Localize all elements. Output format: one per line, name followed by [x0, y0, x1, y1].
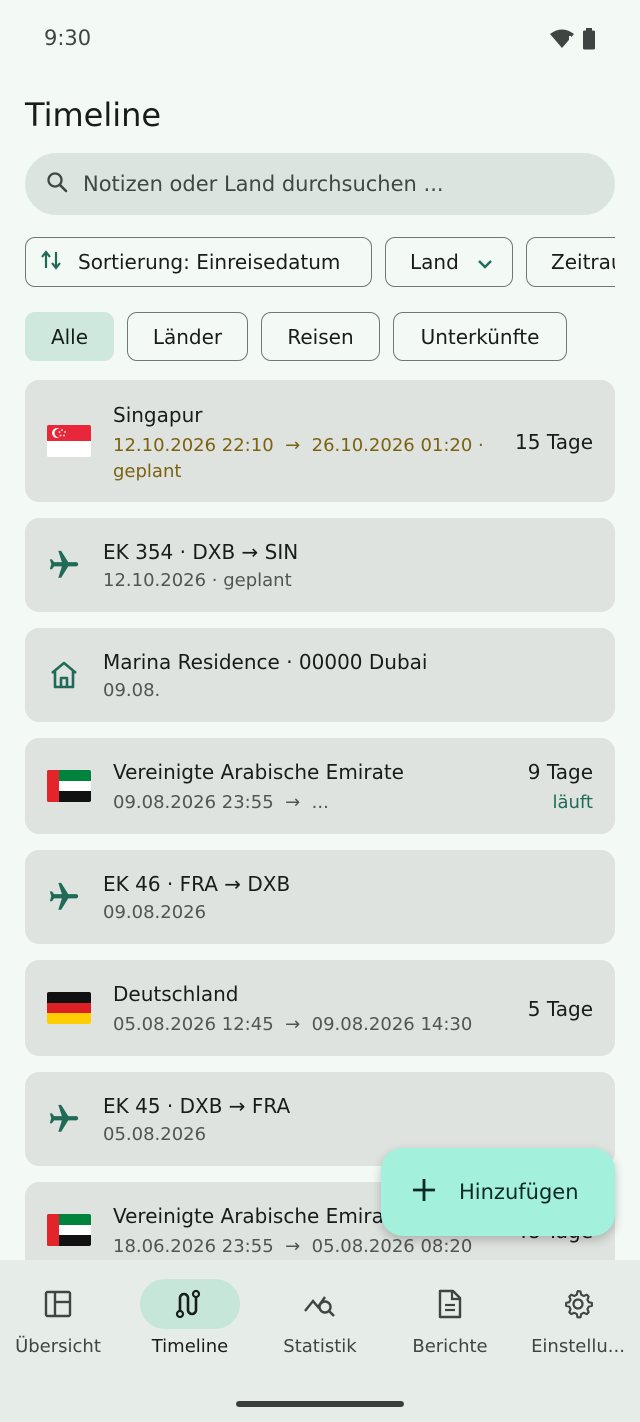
screen: 9:30 Timeline Notizen oder Land durchsuc…: [0, 0, 640, 1422]
timeline-item-country[interactable]: Vereinigte Arabische Emirate 09.08.2026 …: [25, 738, 615, 834]
chip-countries-label: Länder: [152, 324, 223, 349]
item-title: Singapur: [113, 403, 203, 427]
search-input[interactable]: Notizen oder Land durchsuchen ...: [83, 172, 444, 196]
item-dates: 05.08.2026 12:45 → 09.08.2026 14:30: [113, 1014, 472, 1035]
timeline-item-country[interactable]: Singapur 12.10.2026 22:10 → 26.10.2026 0…: [25, 380, 615, 502]
item-title: EK 45 · DXB → FRA: [103, 1094, 291, 1118]
nav-statistics[interactable]: Statistik: [255, 1260, 385, 1370]
item-end: 26.10.2026 01:20 ·: [311, 435, 484, 456]
swap-vert-icon: [40, 248, 78, 277]
arrow-icon: →: [285, 435, 301, 456]
sort-button[interactable]: Sortierung: Einreisedatum: [25, 237, 372, 287]
item-subtitle: 05.08.2026: [103, 1124, 207, 1145]
item-duration: 9 Tage: [527, 760, 593, 784]
document-icon: [400, 1279, 500, 1329]
status-icons: [550, 28, 596, 54]
timeline-item-flight[interactable]: EK 46 · FRA → DXB 09.08.2026: [25, 850, 615, 944]
sort-label: Sortierung: Einreisedatum: [78, 250, 341, 274]
nav-timeline-label: Timeline: [151, 1336, 229, 1357]
chip-trips[interactable]: Reisen: [261, 312, 380, 361]
country-filter-dropdown[interactable]: Land: [385, 237, 513, 287]
arrow-icon: →: [285, 792, 301, 813]
timeline-item-flight[interactable]: EK 354 · DXB → SIN 12.10.2026 · geplant: [25, 518, 615, 612]
item-start: 18.06.2026 23:55: [113, 1236, 274, 1257]
chip-accommodations-label: Unterkünfte: [420, 324, 540, 349]
item-title: EK 354 · DXB → SIN: [103, 540, 299, 564]
status-time: 9:30: [44, 26, 92, 50]
nav-overview-label: Übersicht: [15, 1336, 101, 1357]
item-duration: 15 Tage: [515, 430, 593, 454]
nav-settings[interactable]: Einstellu...: [513, 1260, 640, 1370]
chevron-down-icon: [459, 250, 493, 274]
arrow-icon: →: [285, 1236, 301, 1257]
flag-uae-icon: [47, 770, 91, 802]
item-subtitle: 09.08.: [103, 680, 161, 701]
airplane-icon: [47, 548, 81, 586]
nav-reports-label: Berichte: [412, 1336, 488, 1357]
add-button[interactable]: Hinzufügen: [381, 1148, 615, 1236]
page-title: Timeline: [25, 96, 162, 134]
query-stats-icon: [270, 1279, 370, 1329]
item-duration: 5 Tage: [527, 997, 593, 1021]
chip-all[interactable]: Alle: [25, 312, 114, 361]
item-end: ...: [311, 792, 329, 813]
flag-germany-icon: [47, 992, 91, 1024]
dashboard-icon: [8, 1279, 108, 1329]
plus-icon: [411, 1177, 437, 1207]
item-end: 09.08.2026 14:30: [311, 1014, 473, 1035]
period-filter-button[interactable]: Zeitraum: [526, 237, 615, 287]
house-icon: [47, 659, 81, 695]
item-title: Vereinigte Arabische Emirate: [113, 760, 404, 784]
filter-row: Sortierung: Einreisedatum Land Zeitraum: [25, 237, 615, 287]
item-title: EK 46 · FRA → DXB: [103, 872, 291, 896]
item-status: geplant: [113, 461, 182, 482]
timeline-item-country[interactable]: Deutschland 05.08.2026 12:45 → 09.08.202…: [25, 960, 615, 1056]
wifi-icon: [550, 29, 574, 53]
home-indicator[interactable]: [236, 1401, 404, 1407]
gear-icon: [528, 1279, 628, 1329]
item-start: 12.10.2026 22:10: [113, 435, 274, 456]
airplane-icon: [47, 880, 81, 918]
item-end: 05.08.2026 08:20: [311, 1236, 473, 1257]
chip-all-label: Alle: [50, 324, 89, 349]
item-status: läuft: [552, 792, 593, 813]
flag-uae-icon: [47, 1214, 91, 1246]
item-start: 09.08.2026 23:55: [113, 792, 274, 813]
item-start: 05.08.2026 12:45: [113, 1014, 274, 1035]
item-dates: 12.10.2026 22:10 → 26.10.2026 01:20 ·: [113, 435, 484, 456]
nav-timeline[interactable]: Timeline: [125, 1260, 255, 1370]
nav-reports[interactable]: Berichte: [385, 1260, 515, 1370]
country-filter-label: Land: [410, 250, 459, 274]
airplane-icon: [47, 1102, 81, 1140]
nav-statistics-label: Statistik: [283, 1336, 357, 1357]
status-bar: 9:30: [0, 0, 640, 80]
chip-accommodations[interactable]: Unterkünfte: [393, 312, 567, 361]
item-dates: 09.08.2026 23:55 → ...: [113, 792, 329, 813]
timeline-item-accommodation[interactable]: Marina Residence · 00000 Dubai 09.08.: [25, 628, 615, 722]
nav-settings-label: Einstellu...: [531, 1336, 625, 1357]
item-title: Vereinigte Arabische Emirate: [113, 1204, 404, 1228]
search-icon: [45, 170, 83, 198]
item-title: Deutschland: [113, 982, 239, 1006]
chip-trips-label: Reisen: [287, 324, 354, 349]
arrow-icon: →: [285, 1014, 301, 1035]
period-filter-label: Zeitraum: [551, 250, 615, 274]
item-subtitle: 09.08.2026: [103, 902, 207, 923]
item-dates: 18.06.2026 23:55 → 05.08.2026 08:20: [113, 1236, 472, 1257]
flag-singapore-icon: [47, 425, 91, 457]
route-icon: [140, 1279, 240, 1329]
battery-icon: [582, 28, 596, 54]
item-title: Marina Residence · 00000 Dubai: [103, 650, 428, 674]
add-button-label: Hinzufügen: [459, 1180, 579, 1204]
bottom-navigation: Übersicht Timeline Statistik Berichte Ei…: [0, 1260, 640, 1422]
nav-overview[interactable]: Übersicht: [0, 1260, 123, 1370]
item-subtitle: 12.10.2026 · geplant: [103, 570, 292, 591]
chip-countries[interactable]: Länder: [127, 312, 248, 361]
search-bar[interactable]: Notizen oder Land durchsuchen ...: [25, 153, 615, 215]
